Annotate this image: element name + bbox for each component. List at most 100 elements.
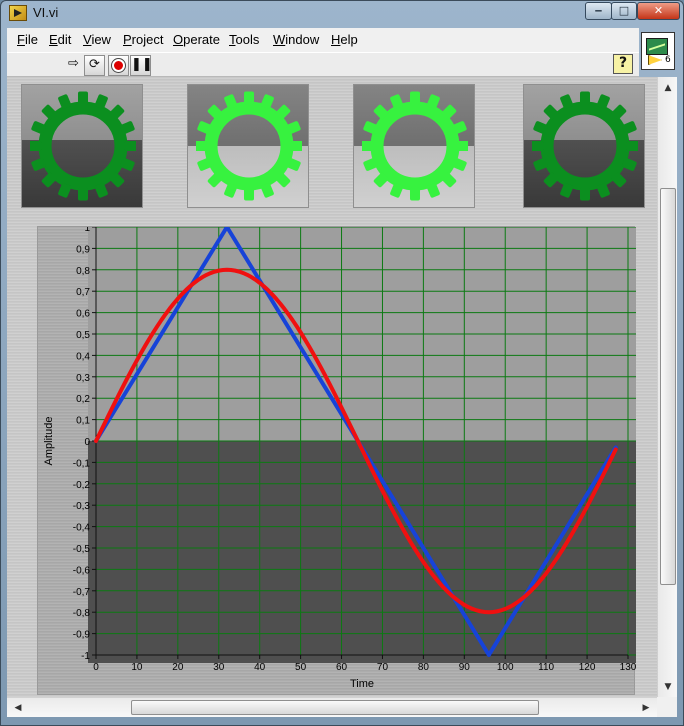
minimize-button[interactable]: ‒ xyxy=(585,2,612,20)
vi-icon-number: 6 xyxy=(665,55,671,65)
menu-operate-label: perate xyxy=(183,32,220,47)
y-tick-label: 0,8 xyxy=(76,266,90,277)
gear-tooth xyxy=(532,141,544,151)
run-continuously-icon[interactable]: ⟳ xyxy=(84,55,105,76)
y-tick-label: -0,6 xyxy=(73,565,91,576)
waveform-chart-plot: 1 0,9 0,8 0,7 0,6 0,5 0,4 0,3 0,2 0,1 0 -0,1 -0,2 -0,… xyxy=(43,227,636,690)
y-tick-label: -0,1 xyxy=(73,458,91,469)
menu-bar: File Edit View Project Operate Tools Win… xyxy=(7,28,639,52)
pause-icon[interactable]: ❚❚ xyxy=(130,55,153,76)
window-title: VI.vi xyxy=(33,5,59,20)
vertical-scrollbar[interactable]: ▲ ▼ xyxy=(657,77,677,697)
scroll-right-arrow-icon[interactable]: ▶ xyxy=(639,701,653,715)
menu-edit-label: dit xyxy=(57,32,72,47)
y-tick-label: 0,1 xyxy=(76,416,90,427)
x-tick-label: 80 xyxy=(418,662,430,673)
gear-tooth xyxy=(410,91,420,105)
gear-tooth xyxy=(456,141,468,151)
y-tick-label: -0,3 xyxy=(73,501,91,512)
labview-app-icon xyxy=(9,5,27,21)
menu-operate[interactable]: Operate xyxy=(173,32,220,47)
indicator-led-1[interactable] xyxy=(21,84,143,208)
context-help-button[interactable]: ? xyxy=(613,54,633,74)
menu-tools-label: ools xyxy=(235,32,260,47)
gear-icon xyxy=(532,91,638,201)
y-tick-label: -0,4 xyxy=(73,523,91,534)
toolbar: ⇨ ⟳ ❚❚ xyxy=(7,52,639,77)
menu-project[interactable]: Project xyxy=(123,32,163,47)
x-tick-label: 130 xyxy=(620,662,636,673)
x-tick-label: 30 xyxy=(213,662,225,673)
x-tick-label: 50 xyxy=(295,662,307,673)
gear-tooth xyxy=(78,187,88,201)
gear-tooth xyxy=(244,187,254,201)
maximize-button[interactable]: □ xyxy=(611,2,637,20)
x-tick-label: 120 xyxy=(579,662,596,673)
y-axis-title: Amplitude xyxy=(43,417,55,466)
menu-file-access-key: F xyxy=(17,32,25,47)
gear-tooth xyxy=(580,187,590,201)
y-tick-label: 0,5 xyxy=(76,330,90,341)
indicator-led-2[interactable] xyxy=(187,84,309,208)
menu-project-access-key: P xyxy=(123,32,132,47)
menu-help-access-key: H xyxy=(331,32,341,47)
gear-ring xyxy=(370,101,460,191)
horizontal-scrollbar[interactable]: ◀ ▶ xyxy=(7,697,657,717)
y-tick-label: -0,8 xyxy=(73,608,91,619)
gear-tooth xyxy=(30,141,42,151)
stop-icon xyxy=(112,59,125,72)
y-tick-label: 0,2 xyxy=(76,394,90,405)
menu-help-label: elp xyxy=(340,32,358,47)
close-button[interactable]: ✕ xyxy=(637,2,680,20)
menu-edit[interactable]: Edit xyxy=(49,32,71,47)
gear-tooth xyxy=(626,141,638,151)
y-tick-label: -0,5 xyxy=(73,544,91,555)
gear-tooth xyxy=(410,187,420,201)
waveform-chart[interactable]: 1 0,9 0,8 0,7 0,6 0,5 0,4 0,3 0,2 0,1 0 -0,1 -0,2 -0,… xyxy=(37,226,636,695)
scroll-up-arrow-icon[interactable]: ▲ xyxy=(661,81,675,95)
x-tick-label: 10 xyxy=(131,662,143,673)
y-tick-label: 0 xyxy=(84,437,90,448)
menu-window[interactable]: Window xyxy=(273,32,319,47)
gear-icon xyxy=(362,91,468,201)
gear-tooth xyxy=(580,91,590,105)
menu-operate-access-key: O xyxy=(173,32,184,47)
title-bar[interactable]: VI.vi ‒ □ ✕ xyxy=(1,1,683,27)
menu-file[interactable]: File xyxy=(17,32,38,47)
y-tick-label: 0,9 xyxy=(76,244,90,255)
x-axis-title: Time xyxy=(350,678,374,690)
x-tick-label: 90 xyxy=(459,662,471,673)
x-tick-label: 100 xyxy=(497,662,514,673)
abort-execution-button[interactable] xyxy=(108,55,129,76)
run-arrow-icon[interactable]: ⇨ xyxy=(63,55,84,76)
x-tick-label: 40 xyxy=(254,662,266,673)
y-tick-label: -0,9 xyxy=(73,630,91,641)
arrow-icon xyxy=(648,55,662,65)
y-tick-label: -0,7 xyxy=(73,587,91,598)
gear-tooth xyxy=(196,141,208,151)
labview-window: VI.vi ‒ □ ✕ File Edit View Project Opera… xyxy=(0,0,684,726)
gear-tooth xyxy=(362,141,374,151)
gear-icon xyxy=(30,91,136,201)
vertical-scroll-thumb[interactable] xyxy=(660,188,676,585)
scroll-left-arrow-icon[interactable]: ◀ xyxy=(11,701,25,715)
gear-tooth xyxy=(244,91,254,105)
indicator-led-3[interactable] xyxy=(353,84,475,208)
y-tick-label: 0,7 xyxy=(76,287,90,298)
vi-connector-icon[interactable]: 6 xyxy=(641,32,675,70)
gear-tooth xyxy=(124,141,136,151)
resize-corner[interactable] xyxy=(657,697,677,717)
y-tick-label: -0,2 xyxy=(73,480,91,491)
menu-project-label: roject xyxy=(131,32,164,47)
y-tick-label: 1 xyxy=(84,227,90,234)
indicator-led-4[interactable] xyxy=(523,84,645,208)
menu-view-label: iew xyxy=(91,32,111,47)
scroll-down-arrow-icon[interactable]: ▼ xyxy=(661,680,675,694)
gear-ring xyxy=(204,101,294,191)
menu-file-label: ile xyxy=(24,32,38,47)
horizontal-scroll-thumb[interactable] xyxy=(131,700,539,715)
menu-tools[interactable]: Tools xyxy=(229,32,259,47)
menu-help[interactable]: Help xyxy=(331,32,358,47)
menu-view[interactable]: View xyxy=(83,32,111,47)
gear-ring xyxy=(38,101,128,191)
